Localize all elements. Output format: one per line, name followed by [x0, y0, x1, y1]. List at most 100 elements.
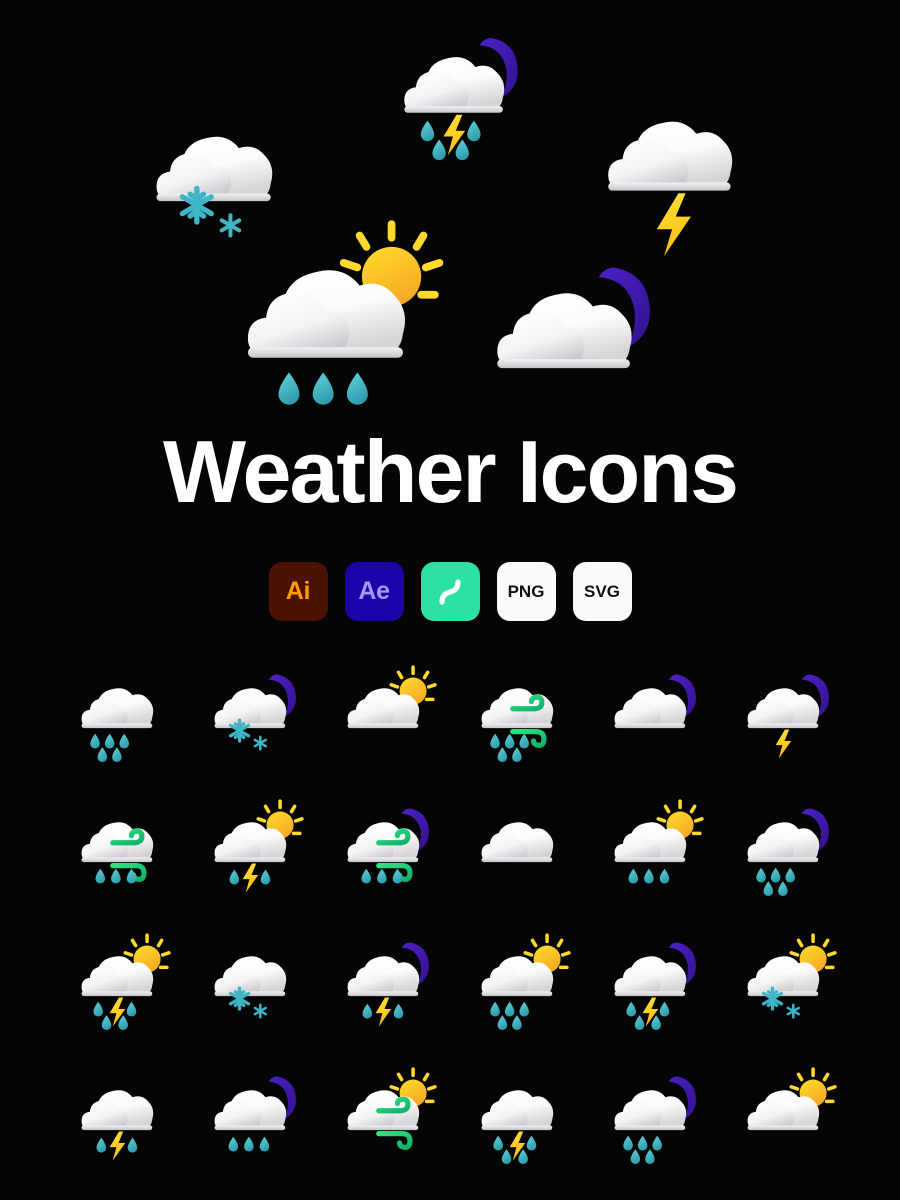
raindrops-icon: [489, 733, 529, 763]
cloud-wind-rain-icon[interactable]: [467, 663, 571, 767]
weather-icons-poster: Weather Icons Ai Ae PNG SVG: [0, 0, 900, 1200]
cloud-shape: [81, 1090, 153, 1131]
cloud-lightning-icon[interactable]: [583, 78, 763, 258]
day-cloud-rain-icon[interactable]: [600, 797, 704, 901]
raindrops-icon: [628, 868, 670, 884]
day-cloud-2-icon[interactable]: [733, 1065, 838, 1169]
raindrops-icon: [95, 868, 136, 884]
cloud-thunderstorm-rain-icon[interactable]: [467, 1065, 571, 1169]
hero-night-cloud[interactable]: [470, 246, 665, 441]
raindrops-icon: [489, 1001, 529, 1031]
cloud-shape: [81, 688, 153, 729]
day-cloud-rain-heavy-icon[interactable]: [467, 931, 571, 1035]
raindrops-icon: [278, 372, 368, 405]
grid-cell-day-cloud-thunderstorm-rain[interactable]: [64, 931, 174, 1051]
cloud-shape: [156, 136, 273, 202]
day-cloud-rain-icon[interactable]: [216, 215, 444, 443]
snowflake-small: [786, 1003, 801, 1019]
icon-grid: [52, 663, 852, 1199]
grid-cell-day-cloud-rain[interactable]: [597, 797, 707, 917]
cloud-snow-icon[interactable]: [200, 931, 304, 1035]
cloud-shape: [614, 956, 687, 997]
grid-cell-night-cloud-thunderstorm[interactable]: [330, 931, 440, 1051]
grid-cell-night-cloud[interactable]: [597, 663, 707, 783]
night-cloud-lightning-icon[interactable]: [733, 663, 837, 767]
grid-cell-night-cloud-rain-heavy[interactable]: [597, 1065, 707, 1185]
cloud-shape: [747, 688, 820, 729]
grid-cell-day-cloud-snow[interactable]: [730, 931, 840, 1051]
cloud-shape: [747, 822, 820, 863]
grid-cell-day-cloud-rain-heavy[interactable]: [464, 931, 574, 1051]
night-cloud-rain-light-icon[interactable]: [200, 1065, 304, 1169]
badge-svg[interactable]: SVG: [572, 562, 632, 621]
grid-cell-night-cloud-thunderstorm-rain[interactable]: [597, 931, 707, 1051]
day-cloud-icon[interactable]: [333, 663, 438, 767]
cloud-shape: [614, 1090, 687, 1131]
cloud-icon[interactable]: [467, 797, 571, 901]
snowflake-small: [253, 735, 267, 751]
night-cloud-icon[interactable]: [470, 246, 665, 441]
lightning-bolt-icon: [775, 729, 792, 759]
cloud-shape: [614, 688, 687, 729]
grid-cell-cloud[interactable]: [464, 797, 574, 917]
badge-svg-label: SVG: [584, 582, 620, 601]
cloud-wind-rain-2-icon[interactable]: [67, 797, 171, 901]
lightning-bolt-icon: [109, 1131, 125, 1161]
night-cloud-icon[interactable]: [600, 663, 704, 767]
grid-cell-night-cloud-rain[interactable]: [730, 797, 840, 917]
title-block: Weather Icons: [0, 428, 900, 516]
cloud-shape: [404, 57, 505, 113]
cloud-shape: [481, 822, 553, 863]
grid-cell-day-cloud-wind[interactable]: [330, 1065, 440, 1185]
grid-cell-cloud-thunderstorm-rain[interactable]: [464, 1065, 574, 1185]
day-cloud-thunderstorm-icon[interactable]: [200, 797, 304, 901]
cloud-shape: [214, 956, 287, 997]
raindrops-icon: [228, 1136, 270, 1152]
night-cloud-rain-heavy-icon[interactable]: [600, 1065, 704, 1169]
badge-lottie[interactable]: [420, 562, 480, 621]
grid-cell-day-cloud[interactable]: [330, 663, 440, 783]
grid-cell-cloud-wind-rain[interactable]: [464, 663, 574, 783]
hero-night-cloud-thunderstorm-rain[interactable]: [384, 22, 529, 167]
badge-illustrator[interactable]: Ai: [268, 562, 328, 621]
night-cloud-rain-icon[interactable]: [733, 797, 837, 901]
hero-day-cloud-rain[interactable]: [216, 215, 444, 443]
grid-cell-day-cloud-2[interactable]: [730, 1065, 840, 1185]
cloud-shape: [214, 688, 287, 729]
night-cloud-thunderstorm-icon[interactable]: [333, 931, 437, 1035]
badge-after-effects-label: Ae: [358, 577, 390, 605]
grid-cell-cloud-wind-rain-2[interactable]: [64, 797, 174, 917]
badge-illustrator-label: Ai: [285, 577, 311, 605]
grid-cell-night-cloud-lightning[interactable]: [730, 663, 840, 783]
day-cloud-snow-icon[interactable]: [733, 931, 838, 1035]
lightning-bolt-icon: [242, 863, 259, 893]
hero-showcase: [0, 0, 900, 430]
grid-cell-cloud-thunderstorm[interactable]: [64, 1065, 174, 1185]
lightning-bolt-icon: [375, 997, 392, 1027]
lottie-curve-icon: [439, 578, 461, 605]
cloud-shape: [347, 956, 420, 997]
cloud-shape: [497, 293, 632, 369]
badge-png-label: PNG: [507, 582, 545, 601]
raindrops-icon: [756, 867, 796, 897]
grid-cell-cloud-rain[interactable]: [64, 663, 174, 783]
night-cloud-thunderstorm-rain-icon[interactable]: [384, 22, 529, 167]
cloud-rain-icon[interactable]: [67, 663, 171, 767]
grid-cell-cloud-snow[interactable]: [197, 931, 307, 1051]
night-cloud-snow-icon[interactable]: [200, 663, 304, 767]
cloud-thunderstorm-icon[interactable]: [67, 1065, 171, 1169]
raindrops-icon: [623, 1135, 662, 1165]
badge-after-effects[interactable]: Ae: [344, 562, 404, 621]
format-badge-row: Ai Ae PNG SVG: [0, 562, 900, 621]
grid-cell-night-cloud-rain-light[interactable]: [197, 1065, 307, 1185]
day-cloud-thunderstorm-rain-icon[interactable]: [67, 931, 171, 1035]
grid-cell-night-cloud-snow[interactable]: [197, 663, 307, 783]
night-cloud-wind-rain-icon[interactable]: [333, 797, 437, 901]
grid-cell-day-cloud-thunderstorm[interactable]: [197, 797, 307, 917]
night-cloud-thunderstorm-rain-icon[interactable]: [600, 931, 704, 1035]
day-cloud-wind-icon[interactable]: [333, 1065, 438, 1169]
raindrops-icon: [361, 868, 403, 884]
grid-cell-night-cloud-wind-rain[interactable]: [330, 797, 440, 917]
badge-png[interactable]: PNG: [496, 562, 556, 621]
hero-cloud-lightning[interactable]: [583, 78, 763, 258]
